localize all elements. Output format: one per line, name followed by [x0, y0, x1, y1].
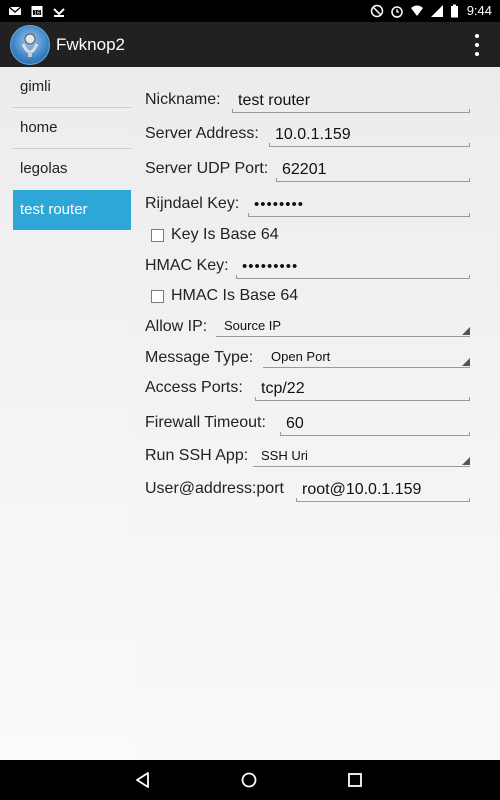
run-ssh-app-row: Run SSH App: SSH Uri: [145, 441, 485, 471]
list-item-label: legolas: [20, 160, 68, 177]
system-icons: 9:44: [370, 3, 492, 18]
app-title: Fwknop2: [56, 35, 125, 54]
server-address-label: Server Address:: [145, 125, 259, 142]
list-item-legolas[interactable]: legolas: [13, 149, 131, 189]
gmail-icon: [8, 6, 22, 15]
back-icon[interactable]: [133, 770, 153, 790]
user-address-port-field[interactable]: root@10.0.1.159: [296, 478, 470, 502]
home-icon[interactable]: [239, 770, 259, 790]
dropdown-arrow-icon: [462, 327, 470, 335]
status-bar: 16 9:44: [0, 0, 500, 22]
firewall-timeout-label: Firewall Timeout:: [145, 414, 266, 431]
hmac-key-label: HMAC Key:: [145, 257, 229, 274]
allow-ip-label: Allow IP:: [145, 318, 208, 335]
overflow-dot-icon: [475, 34, 479, 38]
alarm-icon: [390, 5, 403, 18]
wifi-icon: [410, 5, 423, 16]
action-bar: Fwknop2: [0, 22, 500, 67]
config-form: Nickname: test router Server Address: 10…: [131, 67, 500, 760]
access-ports-field[interactable]: tcp/22: [255, 377, 470, 401]
app-icon[interactable]: [10, 25, 50, 65]
allow-ip-spinner[interactable]: Source IP: [216, 315, 470, 337]
access-ports-row: Access Ports: tcp/22: [145, 373, 485, 403]
hmac-key-row: HMAC Key: •••••••••: [145, 251, 485, 281]
firewall-timeout-field[interactable]: 60: [280, 412, 470, 436]
server-udp-port-field[interactable]: 62201: [276, 158, 470, 182]
key-base64-row[interactable]: Key Is Base 64: [151, 225, 351, 247]
hmac-base64-label: HMAC Is Base 64: [171, 287, 299, 304]
dropdown-arrow-icon: [462, 358, 470, 366]
user-address-port-row: User@address:port root@10.0.1.159: [145, 474, 485, 504]
recents-icon[interactable]: [345, 770, 365, 790]
user-address-port-label: User@address:port: [145, 480, 284, 497]
nickname-row: Nickname: test router: [145, 85, 485, 115]
door-knocker-icon: [21, 33, 39, 57]
message-type-value: Open Port: [271, 349, 331, 364]
run-ssh-app-value: SSH Uri: [261, 448, 308, 463]
list-item-test-router[interactable]: test router: [13, 190, 131, 230]
do-not-disturb-icon: [370, 4, 383, 17]
firewall-timeout-row: Firewall Timeout: 60: [145, 408, 485, 438]
list-item-home[interactable]: home: [13, 108, 131, 149]
dropdown-arrow-icon: [462, 457, 470, 465]
config-list: gimli home legolas test router: [0, 67, 132, 760]
rijndael-key-row: Rijndael Key: ••••••••: [145, 189, 485, 219]
hmac-base64-row[interactable]: HMAC Is Base 64: [151, 286, 351, 308]
list-item-label: gimli: [20, 78, 51, 95]
rijndael-key-label: Rijndael Key:: [145, 195, 240, 212]
hmac-base64-checkbox[interactable]: [151, 290, 164, 303]
svg-text:16: 16: [34, 11, 40, 17]
server-udp-port-row: Server UDP Port: 62201: [145, 154, 485, 184]
allow-ip-value: Source IP: [224, 318, 282, 333]
hmac-key-field[interactable]: •••••••••: [236, 255, 470, 279]
overflow-dot-icon: [475, 43, 479, 47]
calendar-icon: 16: [31, 6, 43, 17]
run-ssh-app-spinner[interactable]: SSH Uri: [253, 445, 470, 467]
battery-icon: [450, 4, 458, 17]
notification-icons: 16: [8, 4, 66, 18]
list-item-gimli[interactable]: gimli: [13, 67, 131, 108]
access-ports-label: Access Ports:: [145, 379, 243, 396]
server-address-field[interactable]: 10.0.1.159: [269, 123, 470, 147]
message-type-row: Message Type: Open Port: [145, 343, 485, 373]
allow-ip-row: Allow IP: Source IP: [145, 312, 485, 342]
server-address-row: Server Address: 10.0.1.159: [145, 119, 485, 149]
overflow-menu-button[interactable]: [472, 34, 482, 56]
overflow-dot-icon: [475, 52, 479, 56]
run-ssh-app-label: Run SSH App:: [145, 447, 249, 464]
server-udp-port-label: Server UDP Port:: [145, 160, 269, 177]
rijndael-key-field[interactable]: ••••••••: [248, 193, 470, 217]
message-type-spinner[interactable]: Open Port: [263, 346, 470, 368]
key-base64-checkbox[interactable]: [151, 229, 164, 242]
download-icon: [53, 8, 65, 17]
signal-icon: [430, 4, 443, 17]
list-item-label: test router: [20, 201, 88, 218]
nickname-field[interactable]: test router: [232, 89, 470, 113]
list-item-label: home: [20, 119, 58, 136]
navigation-bar: [0, 760, 500, 800]
message-type-label: Message Type:: [145, 349, 254, 366]
status-time: 9:44: [466, 3, 492, 18]
nickname-label: Nickname:: [145, 91, 221, 108]
key-base64-label: Key Is Base 64: [171, 226, 279, 243]
